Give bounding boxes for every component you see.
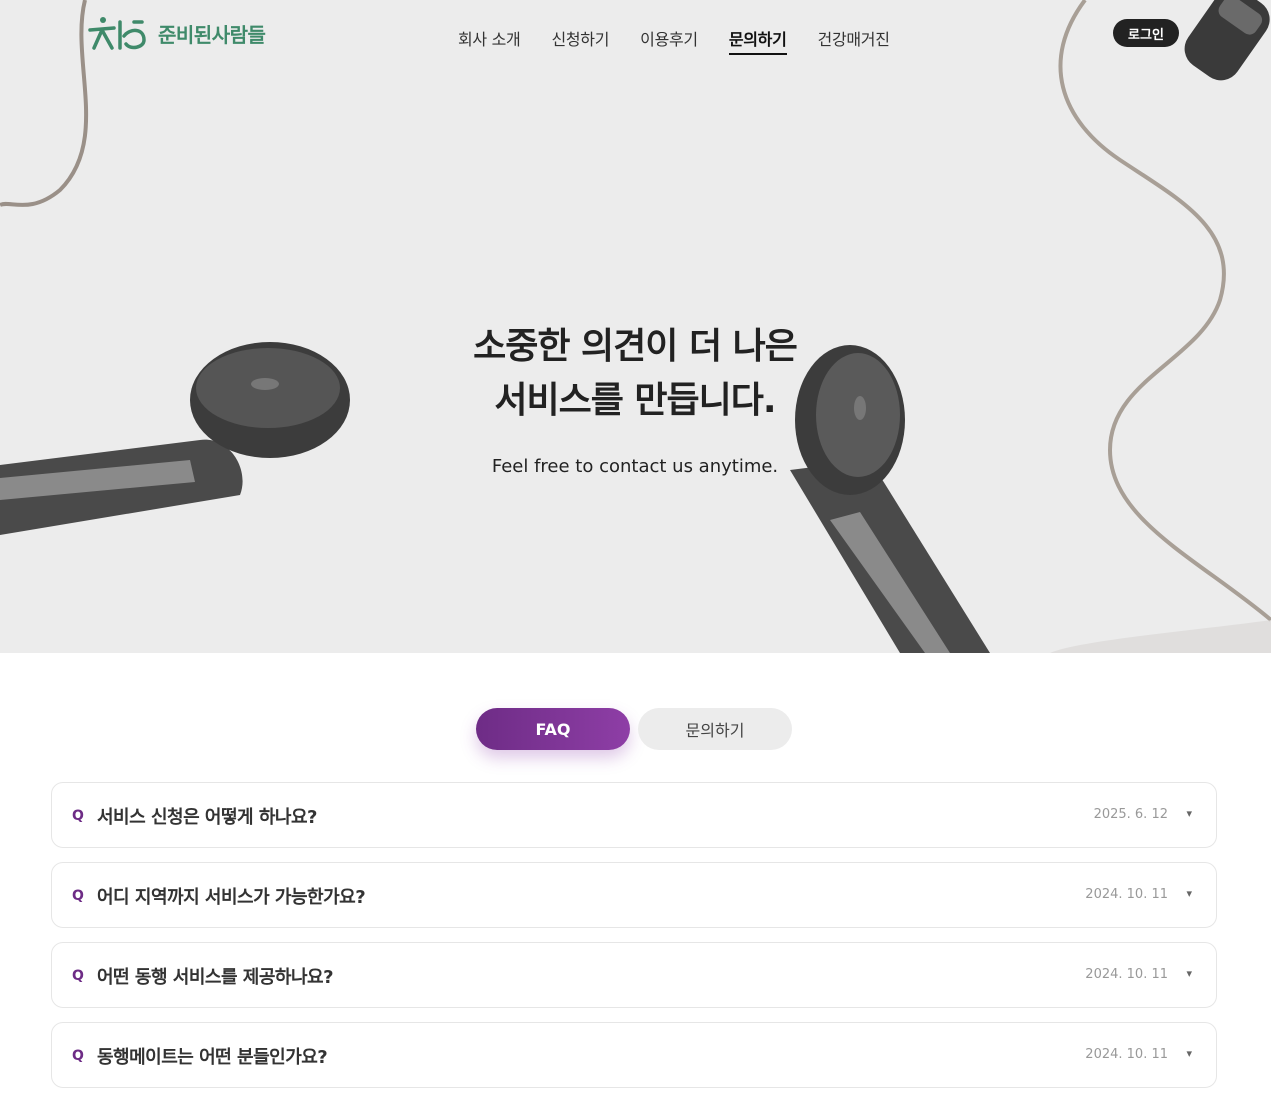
chevron-down-icon[interactable]: ▾ bbox=[1186, 807, 1192, 820]
hero-title: 소중한 의견이 더 나은 서비스를 만듭니다. bbox=[385, 320, 885, 428]
main-nav: 회사 소개 신청하기 이용후기 문의하기 건강매거진 bbox=[458, 26, 890, 55]
faq-date: 2024. 10. 11 bbox=[1085, 887, 1168, 902]
nav-about[interactable]: 회사 소개 bbox=[458, 26, 521, 55]
faq-q-marker: Q bbox=[72, 808, 84, 824]
tab-bar: FAQ 문의하기 bbox=[476, 708, 792, 750]
brand-logo[interactable]: 준비된사람들 bbox=[86, 14, 266, 52]
hero-section: 준비된사람들 회사 소개 신청하기 이용후기 문의하기 건강매거진 로그인 소중… bbox=[0, 0, 1271, 653]
logo-mark-icon bbox=[88, 17, 146, 50]
hero-title-line2: 서비스를 만듭니다. bbox=[494, 380, 776, 421]
faq-item[interactable]: Q 서비스 신청은 어떻게 하나요? 2025. 6. 12 ▾ bbox=[51, 782, 1217, 848]
chevron-down-icon[interactable]: ▾ bbox=[1186, 967, 1192, 980]
chevron-down-icon[interactable]: ▾ bbox=[1186, 887, 1192, 900]
faq-question: 어떤 동행 서비스를 제공하나요? bbox=[97, 967, 334, 988]
faq-item[interactable]: Q 어떤 동행 서비스를 제공하나요? 2024. 10. 11 ▾ bbox=[51, 942, 1217, 1008]
nav-magazine[interactable]: 건강매거진 bbox=[818, 26, 890, 55]
faq-date: 2024. 10. 11 bbox=[1085, 1047, 1168, 1062]
tab-inquiry[interactable]: 문의하기 bbox=[638, 708, 792, 750]
faq-question: 어디 지역까지 서비스가 가능한가요? bbox=[97, 887, 366, 908]
faq-q-marker: Q bbox=[72, 1048, 84, 1064]
faq-item[interactable]: Q 동행메이트는 어떤 분들인가요? 2024. 10. 11 ▾ bbox=[51, 1022, 1217, 1088]
faq-question: 동행메이트는 어떤 분들인가요? bbox=[97, 1047, 328, 1068]
faq-list: Q 서비스 신청은 어떻게 하나요? 2025. 6. 12 ▾ Q 어디 지역… bbox=[51, 782, 1217, 1102]
chevron-down-icon[interactable]: ▾ bbox=[1186, 1047, 1192, 1060]
faq-q-marker: Q bbox=[72, 888, 84, 904]
faq-date: 2025. 6. 12 bbox=[1093, 807, 1168, 822]
logo-text: 준비된사람들 bbox=[158, 22, 266, 47]
nav-reviews[interactable]: 이용후기 bbox=[640, 26, 698, 55]
faq-date: 2024. 10. 11 bbox=[1085, 967, 1168, 982]
hero-title-line1: 소중한 의견이 더 나은 bbox=[473, 326, 798, 367]
faq-item[interactable]: Q 어디 지역까지 서비스가 가능한가요? 2024. 10. 11 ▾ bbox=[51, 862, 1217, 928]
faq-question: 서비스 신청은 어떻게 하나요? bbox=[97, 807, 317, 828]
login-button[interactable]: 로그인 bbox=[1113, 19, 1179, 47]
faq-q-marker: Q bbox=[72, 968, 84, 984]
nav-apply[interactable]: 신청하기 bbox=[551, 26, 609, 55]
nav-inquiry[interactable]: 문의하기 bbox=[728, 26, 787, 55]
hero-subtitle: Feel free to contact us anytime. bbox=[491, 456, 779, 477]
tab-faq[interactable]: FAQ bbox=[476, 708, 630, 750]
